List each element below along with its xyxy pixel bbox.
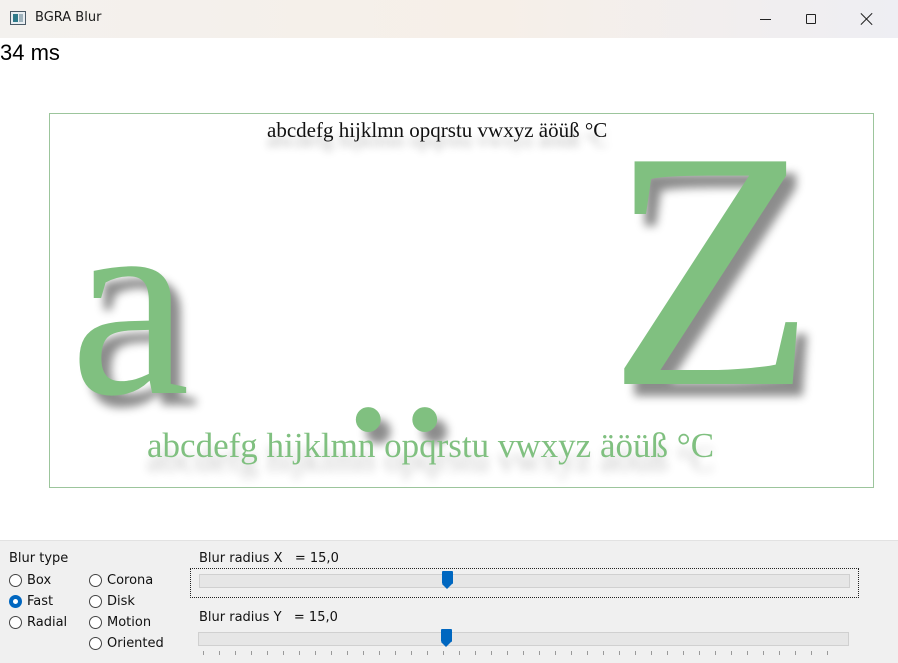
radio-label: Disk: [107, 594, 135, 609]
radio-box[interactable]: Box: [9, 573, 51, 588]
radio-disk[interactable]: Disk: [89, 594, 135, 609]
blur-radius-x-label: Blur radius X = 15,0: [199, 551, 339, 566]
blur-type-label: Blur type: [9, 551, 69, 566]
radio-oriented[interactable]: Oriented: [89, 636, 164, 651]
radio-indicator: [89, 616, 102, 629]
radio-label: Box: [27, 573, 52, 588]
window-title: BGRA Blur: [35, 10, 102, 25]
blur-radius-y-label: Blur radius Y = 15,0: [199, 610, 338, 625]
radio-fast[interactable]: Fast: [9, 594, 53, 609]
app-icon: [10, 11, 26, 25]
radio-label: Oriented: [107, 636, 164, 651]
radio-indicator: [89, 637, 102, 650]
slider-ticks: [203, 651, 843, 655]
sample-text-small: abcdefg hijklmn opqrstu vwxyz äöüß °C: [267, 118, 608, 142]
minimize-icon: [759, 18, 771, 20]
radio-indicator: [9, 595, 22, 608]
slider-track[interactable]: [199, 574, 850, 588]
radio-label: Motion: [107, 615, 152, 630]
close-icon: [860, 12, 874, 26]
controls-panel: Blur type Box Fast Radial Corona Disk Mo…: [0, 540, 898, 663]
radio-label: Corona: [107, 573, 154, 588]
sample-big-z: Z: [608, 113, 816, 458]
slider-thumb[interactable]: [441, 629, 453, 647]
sample-text-medium: abcdefg hijklmn opqrstu vwxyz äöüß °C: [147, 426, 715, 465]
title-bar: BGRA Blur: [0, 0, 898, 38]
radio-indicator: [9, 574, 22, 587]
blur-radius-x-slider[interactable]: [190, 568, 859, 598]
maximize-button[interactable]: [788, 0, 834, 38]
sample-big-a: a: [70, 153, 190, 452]
radio-indicator: [89, 574, 102, 587]
maximize-icon: [806, 14, 816, 24]
radio-motion[interactable]: Motion: [89, 615, 151, 630]
radio-label: Fast: [27, 594, 54, 609]
close-button[interactable]: [844, 0, 890, 38]
radio-corona[interactable]: Corona: [89, 573, 153, 588]
radio-indicator: [9, 616, 22, 629]
slider-thumb[interactable]: [442, 571, 454, 589]
render-time-label: 34 ms: [0, 40, 60, 65]
blur-radius-y-slider[interactable]: [190, 627, 859, 657]
minimize-button[interactable]: [742, 0, 788, 38]
blur-preview-canvas: abcdefg hijklmn opqrstu vwxyz äöüß °C a …: [49, 113, 874, 488]
radio-radial[interactable]: Radial: [9, 615, 67, 630]
slider-track[interactable]: [198, 632, 849, 646]
radio-label: Radial: [27, 615, 68, 630]
radio-indicator: [89, 595, 102, 608]
